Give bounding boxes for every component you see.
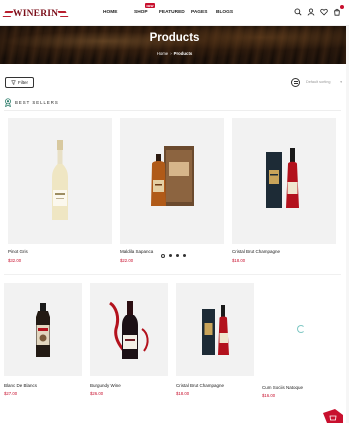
product-price: $27.00 bbox=[4, 391, 18, 396]
sort-select[interactable]: Default sorting ▾ bbox=[306, 80, 344, 86]
sort-value: Default sorting bbox=[306, 80, 331, 84]
cart-popup-icon[interactable] bbox=[321, 409, 343, 423]
nav-label: SHOP bbox=[134, 10, 148, 15]
filter-button[interactable]: Filter bbox=[5, 77, 34, 88]
logo-text: WINERIN bbox=[13, 8, 59, 19]
page-banner: Products Home › Products bbox=[0, 26, 349, 64]
breadcrumb: Home › Products bbox=[0, 51, 349, 56]
nav-item-blogs[interactable]: BLOGS bbox=[216, 10, 241, 15]
section-divider bbox=[4, 110, 341, 111]
nav-item-home[interactable]: HOME bbox=[103, 10, 134, 15]
heart-icon[interactable] bbox=[320, 8, 328, 16]
product-name[interactable]: Cristal Brut Champagne bbox=[176, 383, 224, 388]
breadcrumb-separator-icon: › bbox=[170, 51, 172, 56]
chevron-down-icon: ▾ bbox=[340, 80, 342, 84]
product-card[interactable]: Cristal Brut Champagne $18.00 bbox=[176, 283, 254, 399]
carousel-dot[interactable] bbox=[161, 253, 165, 258]
product-price: $26.00 bbox=[90, 391, 104, 396]
product-image[interactable] bbox=[120, 118, 224, 244]
main-nav: HOME NEW SHOP FEATURED PAGES BLOGS bbox=[103, 3, 241, 15]
nav-item-shop[interactable]: NEW SHOP bbox=[134, 3, 159, 15]
header-icons bbox=[294, 5, 344, 16]
product-price: $22.00 bbox=[120, 258, 134, 263]
product-image[interactable] bbox=[4, 283, 82, 376]
product-name[interactable]: Pinot Gris bbox=[8, 249, 28, 254]
product-price: $32.00 bbox=[8, 258, 22, 263]
product-name[interactable]: Blanc De Blancs bbox=[4, 383, 37, 388]
product-card[interactable]: Cum Sociis Natoque $16.00 bbox=[262, 283, 340, 399]
site-header: WINERIN HOME NEW SHOP FEATURED PAGES BLO… bbox=[0, 0, 349, 26]
product-image[interactable] bbox=[8, 118, 112, 244]
whisky-box-icon bbox=[266, 148, 299, 208]
product-image[interactable] bbox=[176, 283, 254, 376]
award-icon bbox=[5, 98, 11, 107]
product-price: $16.00 bbox=[262, 393, 276, 398]
list-view-icon[interactable] bbox=[291, 78, 300, 87]
logo-wing-right bbox=[57, 10, 69, 17]
red-wine-bottle-icon bbox=[109, 301, 149, 359]
product-card[interactable]: Cristal Brut Champagne $18.00 bbox=[232, 118, 336, 268]
section-divider bbox=[4, 274, 341, 275]
rum-bottle-icon bbox=[36, 303, 50, 357]
product-price: $18.00 bbox=[176, 391, 190, 396]
cognac-box-icon bbox=[151, 146, 194, 206]
product-name[interactable]: Cristal Brut Champagne bbox=[232, 249, 280, 254]
carousel-dot[interactable] bbox=[183, 254, 186, 257]
cart-count-badge bbox=[340, 5, 344, 9]
product-card[interactable]: Maldila Sapanca $22.00 bbox=[120, 118, 224, 268]
logo[interactable]: WINERIN bbox=[2, 8, 69, 19]
loading-spinner-icon bbox=[297, 325, 305, 333]
section-title: BEST SELLERS bbox=[15, 100, 59, 105]
page: WINERIN HOME NEW SHOP FEATURED PAGES BLO… bbox=[0, 0, 349, 423]
logo-wing-left bbox=[2, 10, 14, 17]
nav-label: BLOGS bbox=[216, 10, 234, 15]
nav-label: FEATURED bbox=[159, 10, 185, 15]
product-image[interactable] bbox=[90, 283, 168, 376]
carousel-dot[interactable] bbox=[176, 254, 179, 257]
page-title: Products bbox=[149, 32, 200, 44]
user-icon[interactable] bbox=[307, 8, 315, 16]
carousel-dot[interactable] bbox=[169, 254, 172, 257]
product-price: $18.00 bbox=[232, 258, 246, 263]
new-badge: NEW bbox=[145, 3, 155, 8]
cart-icon[interactable] bbox=[333, 5, 344, 16]
whisky-box-icon bbox=[202, 305, 229, 355]
product-name[interactable]: Maldila Sapanca bbox=[120, 249, 153, 254]
filter-label: Filter bbox=[18, 80, 28, 85]
filter-icon bbox=[11, 80, 16, 85]
product-image[interactable] bbox=[232, 118, 336, 244]
product-card[interactable]: Blanc De Blancs $27.00 bbox=[4, 283, 82, 399]
nav-item-pages[interactable]: PAGES bbox=[191, 10, 216, 15]
carousel-dots bbox=[161, 253, 186, 258]
best-sellers-heading: BEST SELLERS bbox=[4, 98, 59, 107]
product-name[interactable]: Cum Sociis Natoque bbox=[262, 385, 303, 390]
nav-label: PAGES bbox=[191, 10, 208, 15]
white-wine-bottle-icon bbox=[52, 140, 68, 220]
search-icon[interactable] bbox=[294, 8, 302, 16]
product-card[interactable]: Pinot Gris $32.00 bbox=[8, 118, 112, 268]
nav-label: HOME bbox=[103, 10, 118, 15]
nav-item-featured[interactable]: FEATURED bbox=[159, 10, 191, 15]
breadcrumb-current: Products bbox=[173, 51, 193, 56]
product-card[interactable]: Burgundy Wine $26.00 bbox=[90, 283, 168, 399]
product-name[interactable]: Burgundy Wine bbox=[90, 383, 121, 388]
breadcrumb-home[interactable]: Home bbox=[157, 51, 168, 56]
